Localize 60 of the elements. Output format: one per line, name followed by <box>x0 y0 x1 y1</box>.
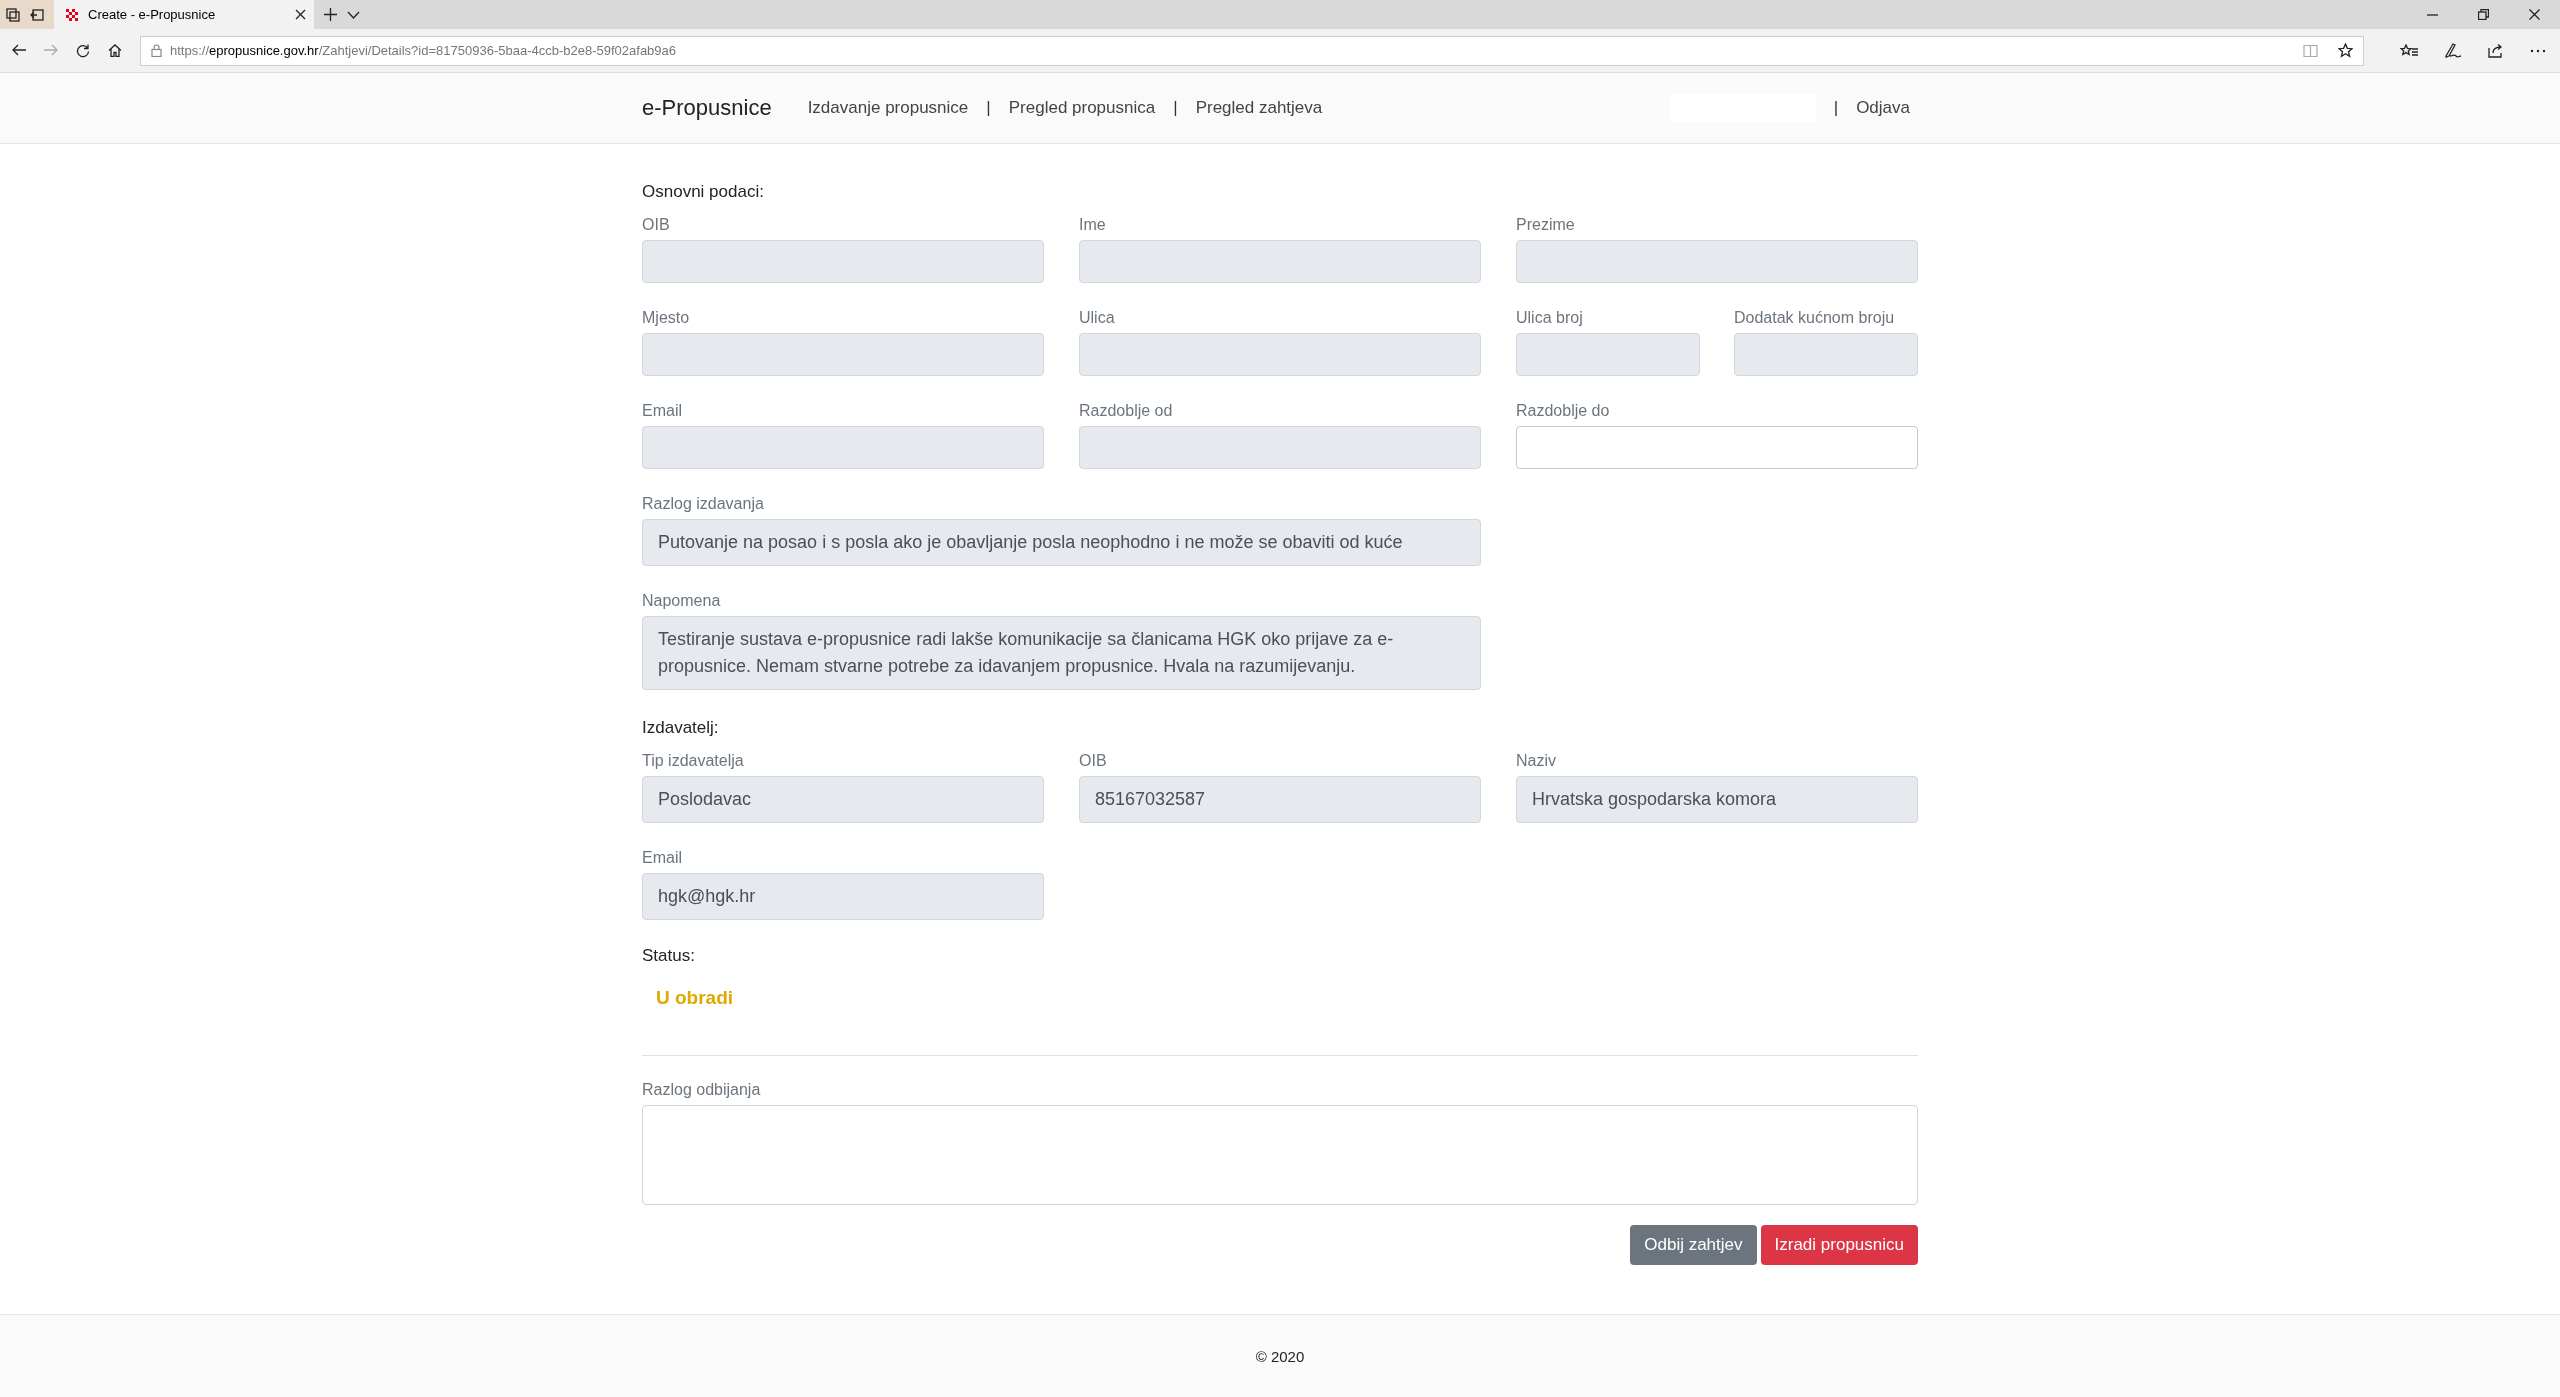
input-field: hgk@hgk.hr <box>642 873 1044 920</box>
close-icon[interactable] <box>295 9 306 20</box>
field-label: Ulica <box>1079 309 1116 327</box>
field-label: Razdoblje do <box>1516 402 1611 420</box>
copyright-text: © 2020 <box>1255 1347 1305 1365</box>
address-bar[interactable]: https://epropusnice.gov.hr/Zahtjevi/Details?id=81750936-5baa-4ccb-b2e8-59f02afab9a6 <box>140 35 2364 66</box>
field-label: Email <box>642 402 683 420</box>
close-icon[interactable] <box>2529 9 2540 20</box>
chevron-down-icon[interactable] <box>347 10 360 19</box>
field-label: Email <box>642 849 683 867</box>
star-icon[interactable] <box>2338 43 2353 58</box>
field-label: Ulica broj <box>1516 309 1584 327</box>
nav-separator: | <box>1833 98 1839 118</box>
refresh-icon[interactable] <box>76 43 90 58</box>
status-label: Status: <box>642 946 696 966</box>
input-field: Testiranje sustava e-propusnice radi lakše komunikacije sa članicama HGK oko prijave za e-propusnice. Nemam stvarne potrebe za idavanjem propusnice. Hvala na razumijevanju. <box>642 616 1481 690</box>
field-label: Dodatak kućnom broju <box>1734 309 1896 327</box>
field-label: OIB <box>1079 752 1108 770</box>
nav-link[interactable]: Pregled propusnica <box>1008 98 1156 118</box>
section-title: Osnovni podaci: <box>642 182 765 202</box>
star-list-icon[interactable] <box>2400 43 2418 58</box>
home-icon[interactable] <box>108 43 122 57</box>
more-icon[interactable] <box>2530 48 2546 53</box>
section-title: Izdavatelj: <box>642 718 720 738</box>
action-button[interactable]: Odbij zahtjev <box>1630 1225 1757 1265</box>
browser-tab[interactable]: Create - e-Propusnice <box>54 0 314 29</box>
input-field[interactable] <box>1516 426 1918 469</box>
nav-link[interactable]: Pregled zahtjeva <box>1195 98 1323 118</box>
field-label: Prezime <box>1516 216 1576 234</box>
field-label: OIB <box>642 216 671 234</box>
share-icon[interactable] <box>2488 43 2504 58</box>
pen-icon[interactable] <box>2444 43 2462 58</box>
action-button[interactable]: Izradi propusnicu <box>1760 1225 1918 1265</box>
window-back-icon[interactable] <box>30 8 44 21</box>
plus-icon[interactable] <box>324 8 337 21</box>
input-field: Hrvatska gospodarska komora <box>1516 776 1918 823</box>
input-field: 85167032587 <box>1079 776 1481 823</box>
tab-title: Create - e-Propusnice <box>88 7 217 22</box>
nav-link[interactable]: Izdavanje propusnice <box>807 98 969 118</box>
field-label: Naziv <box>1516 752 1557 770</box>
url-text: https://epropusnice.gov.hr/Zahtjevi/Details?id=81750936-5baa-4ccb-b2e8-59f02afab9a6 <box>170 43 678 58</box>
field-label: Ime <box>1079 216 1107 234</box>
nav-link[interactable]: Odjava <box>1856 98 1910 118</box>
nav-separator: | <box>986 98 991 118</box>
input-field: Poslodavac <box>642 776 1044 823</box>
field-label: Mjesto <box>642 309 691 327</box>
field-label: Tip izdavatelja <box>642 752 745 770</box>
brand-link[interactable]: e-Propusnice <box>642 95 772 121</box>
nav-separator: | <box>1173 98 1178 118</box>
checkered-favicon-icon <box>66 8 78 21</box>
restore-icon[interactable] <box>2478 9 2489 20</box>
back-arrow-icon[interactable] <box>12 43 26 56</box>
lock-icon <box>151 44 162 57</box>
field-label: Razlog izdavanja <box>642 495 765 513</box>
tabs-aside-icon[interactable] <box>6 7 20 22</box>
field-label: Razdoblje od <box>1079 402 1174 420</box>
input-field: Putovanje na posao i s posla ako je obavljanje posla neophodno i ne može se obaviti od kuće <box>642 519 1481 566</box>
status-value: U obradi <box>656 987 735 1009</box>
field-label: Napomena <box>642 592 722 610</box>
field-label: Razlog odbijanja <box>642 1081 762 1099</box>
